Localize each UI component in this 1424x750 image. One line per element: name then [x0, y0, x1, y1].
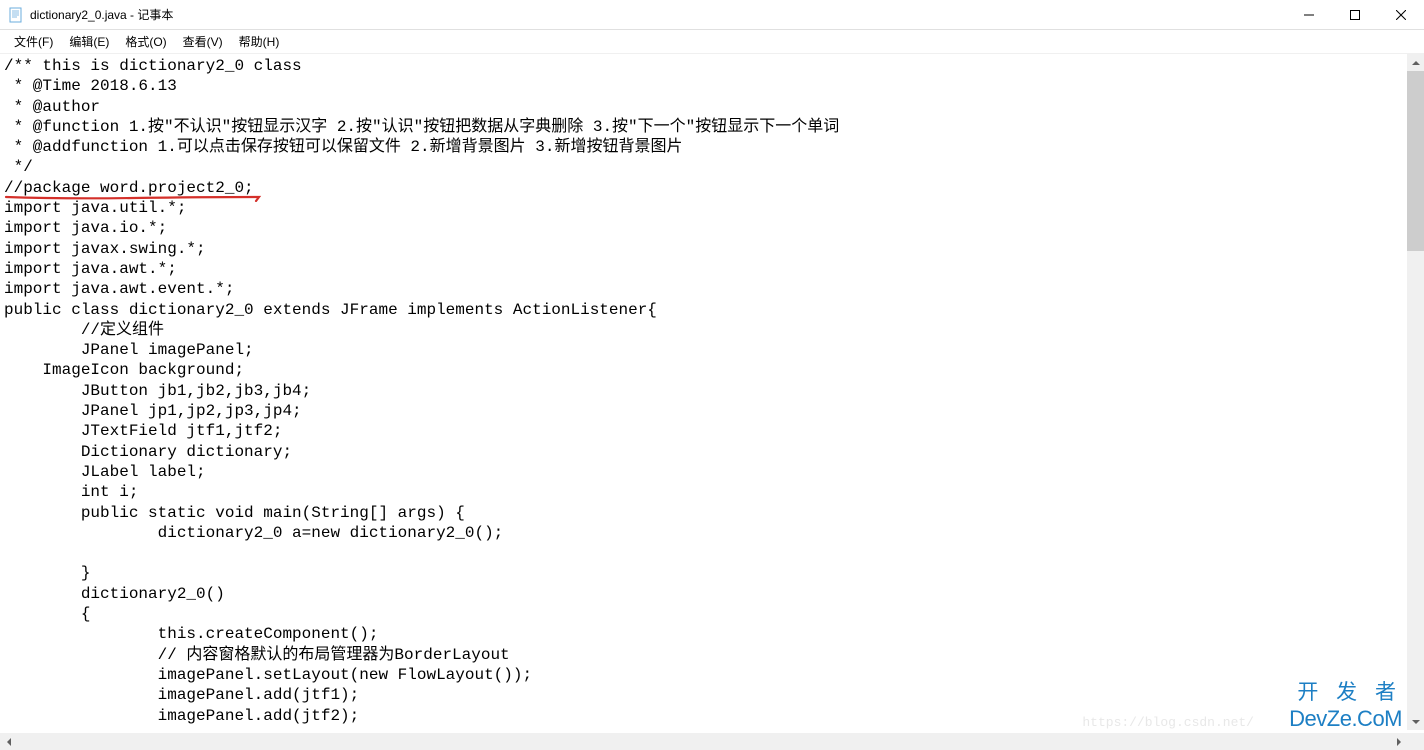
- menu-view[interactable]: 查看(V): [175, 30, 231, 53]
- horizontal-scrollbar[interactable]: [0, 733, 1407, 750]
- minimize-icon: [1304, 10, 1314, 20]
- window-title: dictionary2_0.java - 记事本: [30, 6, 1286, 23]
- minimize-button[interactable]: [1286, 0, 1332, 30]
- vertical-scrollbar[interactable]: [1407, 54, 1424, 730]
- chevron-down-icon: [1412, 720, 1420, 724]
- chevron-up-icon: [1412, 61, 1420, 65]
- menu-help[interactable]: 帮助(H): [231, 30, 288, 53]
- scroll-up-arrow[interactable]: [1407, 54, 1424, 71]
- editor-container: /** this is dictionary2_0 class * @Time …: [0, 54, 1424, 730]
- scroll-thumb-vertical[interactable]: [1407, 71, 1424, 251]
- close-button[interactable]: [1378, 0, 1424, 30]
- chevron-left-icon: [7, 738, 11, 746]
- close-icon: [1396, 10, 1406, 20]
- text-editor[interactable]: /** this is dictionary2_0 class * @Time …: [0, 54, 1424, 730]
- scrollbar-corner: [1407, 733, 1424, 750]
- scroll-right-arrow[interactable]: [1390, 733, 1407, 750]
- notepad-icon: [8, 7, 24, 23]
- window-controls: [1286, 0, 1424, 29]
- menubar: 文件(F) 编辑(E) 格式(O) 查看(V) 帮助(H): [0, 30, 1424, 54]
- scroll-left-arrow[interactable]: [0, 733, 17, 750]
- menu-edit[interactable]: 编辑(E): [61, 30, 117, 53]
- menu-format[interactable]: 格式(O): [117, 30, 174, 53]
- maximize-button[interactable]: [1332, 0, 1378, 30]
- chevron-right-icon: [1397, 738, 1401, 746]
- maximize-icon: [1350, 10, 1360, 20]
- titlebar: dictionary2_0.java - 记事本: [0, 0, 1424, 30]
- scroll-down-arrow[interactable]: [1407, 713, 1424, 730]
- menu-file[interactable]: 文件(F): [6, 30, 61, 53]
